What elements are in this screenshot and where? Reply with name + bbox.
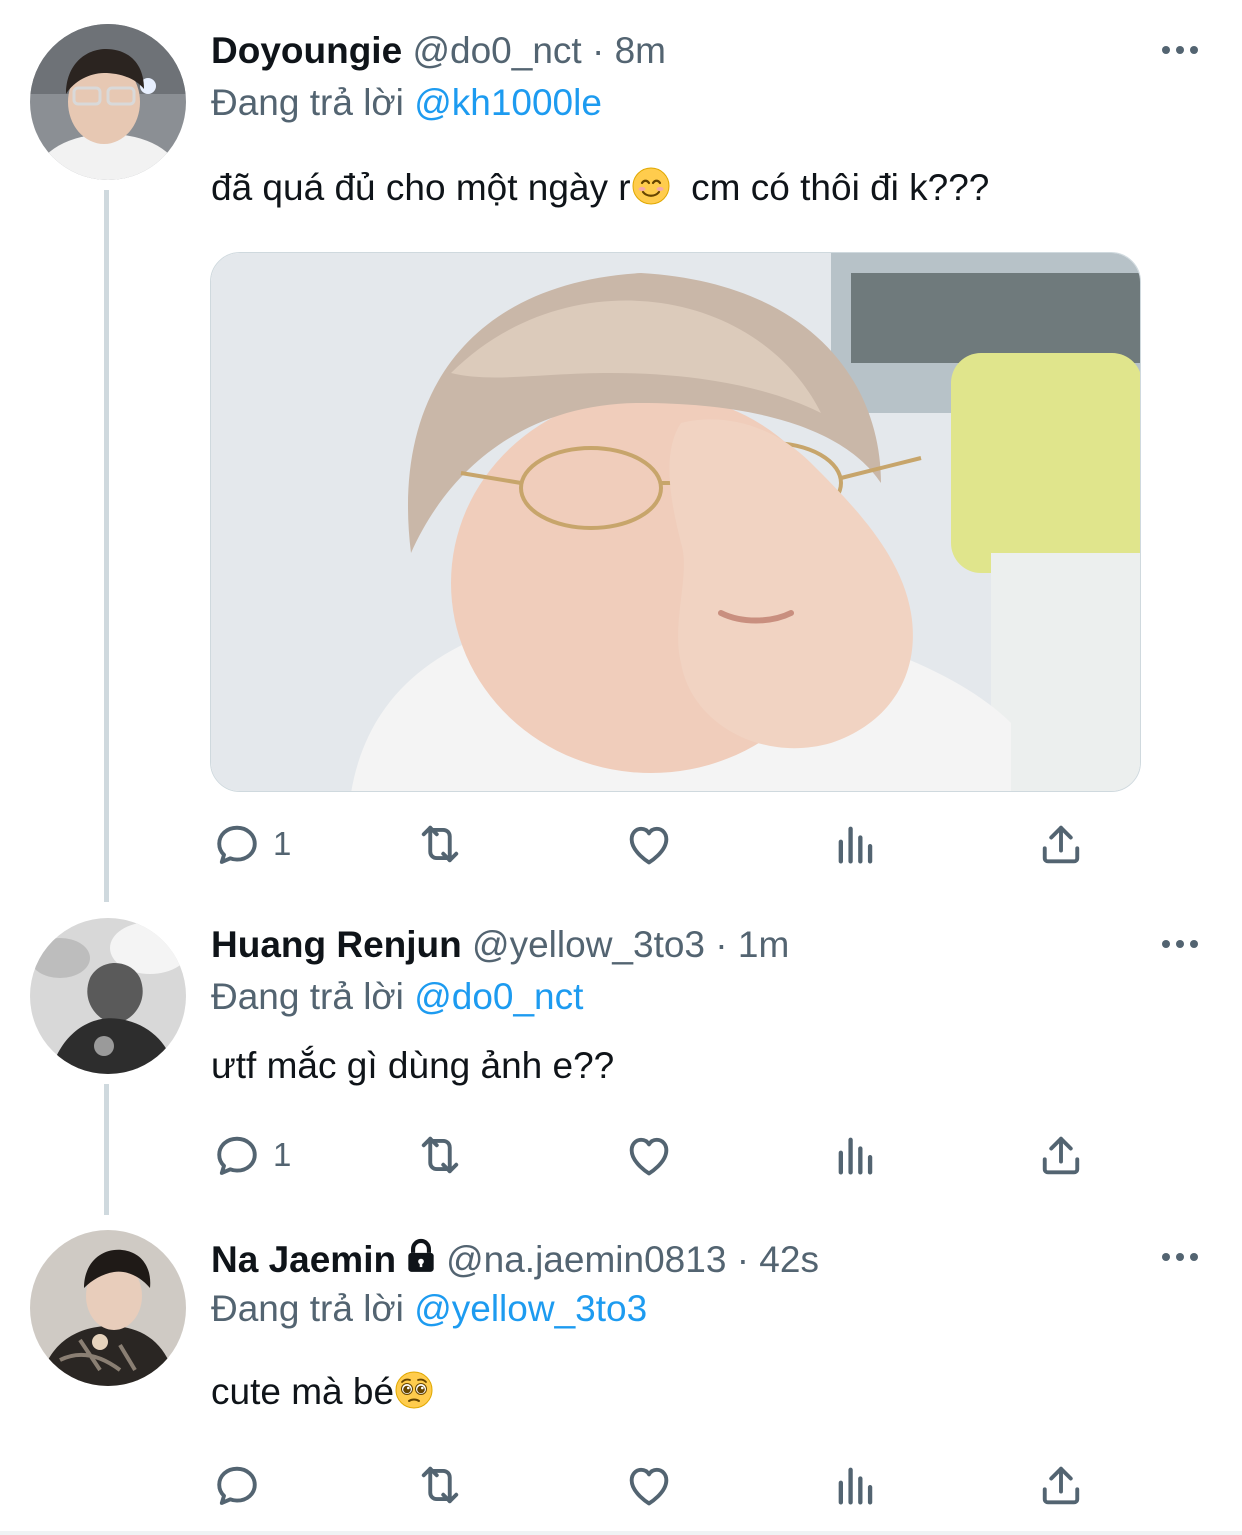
tweet-text: cute mà bé bbox=[211, 1367, 434, 1423]
like-button[interactable] bbox=[623, 814, 675, 874]
reply-count: 1 bbox=[273, 825, 292, 862]
tweet-actions: 1 bbox=[211, 1125, 1111, 1185]
views-icon bbox=[830, 818, 882, 870]
tweet-text-part: cute mà bé bbox=[211, 1371, 395, 1412]
like-icon bbox=[623, 1459, 675, 1511]
smiling-face-icon bbox=[631, 166, 671, 219]
tweet-media-image[interactable] bbox=[210, 252, 1141, 792]
more-icon[interactable] bbox=[1158, 40, 1202, 60]
like-button[interactable] bbox=[623, 1455, 675, 1515]
retweet-icon bbox=[414, 1459, 466, 1511]
user-handle[interactable]: @do0_nct bbox=[412, 30, 581, 71]
share-button[interactable] bbox=[1035, 1125, 1087, 1185]
tweet-text-part: đã quá đủ cho một ngày r bbox=[211, 167, 631, 208]
tweet-header: Huang Renjun @yellow_3to3 · 1m bbox=[211, 920, 789, 970]
reply-prefix: Đang trả lời bbox=[211, 1288, 404, 1329]
display-name[interactable]: Na Jaemin bbox=[211, 1239, 396, 1280]
retweet-icon bbox=[414, 818, 466, 870]
divider bbox=[0, 1531, 1242, 1535]
reply-icon bbox=[211, 818, 263, 870]
thread-connector bbox=[104, 190, 109, 902]
tweet-text: đã quá đủ cho một ngày r cm có thôi đi k… bbox=[211, 163, 989, 219]
views-icon bbox=[830, 1459, 882, 1511]
retweet-button[interactable] bbox=[414, 1125, 466, 1185]
mention-link[interactable]: @yellow_3to3 bbox=[414, 1288, 647, 1329]
separator: · bbox=[736, 1239, 750, 1280]
user-handle[interactable]: @yellow_3to3 bbox=[472, 924, 705, 965]
tweet-text: ưtf mắc gì dùng ảnh e?? bbox=[211, 1045, 615, 1086]
reply-button[interactable]: 1 bbox=[211, 1125, 291, 1185]
timestamp[interactable]: 1m bbox=[738, 924, 789, 965]
reply-button[interactable] bbox=[211, 1455, 273, 1515]
lock-icon bbox=[402, 1237, 440, 1288]
reply-context: Đang trả lời @kh1000le bbox=[211, 78, 602, 128]
share-icon bbox=[1035, 818, 1087, 870]
share-icon bbox=[1035, 1459, 1087, 1511]
tweet-actions bbox=[211, 1455, 1111, 1515]
retweet-icon bbox=[414, 1129, 466, 1181]
reply-prefix: Đang trả lời bbox=[211, 82, 404, 123]
display-name[interactable]: Doyoungie bbox=[211, 30, 402, 71]
like-icon bbox=[623, 1129, 675, 1181]
retweet-button[interactable] bbox=[414, 1455, 466, 1515]
reply-context: Đang trả lời @do0_nct bbox=[211, 972, 583, 1022]
views-button[interactable] bbox=[830, 814, 882, 874]
reply-icon bbox=[211, 1129, 263, 1181]
tweet-header: Na Jaemin @na.jaemin0813 · 42s bbox=[211, 1235, 819, 1285]
avatar[interactable] bbox=[30, 1230, 186, 1386]
reply-count: 1 bbox=[273, 1136, 292, 1173]
views-button[interactable] bbox=[830, 1125, 882, 1185]
pleading-face-icon bbox=[394, 1370, 434, 1423]
avatar[interactable] bbox=[30, 24, 186, 180]
reply-button[interactable]: 1 bbox=[211, 814, 291, 874]
display-name[interactable]: Huang Renjun bbox=[211, 924, 462, 965]
mention-link[interactable]: @kh1000le bbox=[414, 82, 602, 123]
views-icon bbox=[830, 1129, 882, 1181]
separator: · bbox=[591, 30, 605, 71]
more-icon[interactable] bbox=[1158, 934, 1202, 954]
share-icon bbox=[1035, 1129, 1087, 1181]
reply-icon bbox=[211, 1459, 263, 1511]
share-button[interactable] bbox=[1035, 814, 1087, 874]
separator: · bbox=[715, 924, 728, 965]
retweet-button[interactable] bbox=[414, 814, 466, 874]
mention-link[interactable]: @do0_nct bbox=[414, 976, 583, 1017]
share-button[interactable] bbox=[1035, 1455, 1087, 1515]
more-icon[interactable] bbox=[1158, 1247, 1202, 1267]
tweet-text-part: cm có thôi đi k??? bbox=[670, 167, 990, 208]
reply-context: Đang trả lời @yellow_3to3 bbox=[211, 1284, 647, 1334]
timestamp[interactable]: 42s bbox=[759, 1239, 819, 1280]
tweet-header: Doyoungie @do0_nct · 8m bbox=[211, 26, 666, 76]
timestamp[interactable]: 8m bbox=[615, 30, 666, 71]
views-button[interactable] bbox=[830, 1455, 882, 1515]
user-handle[interactable]: @na.jaemin0813 bbox=[446, 1239, 726, 1280]
like-button[interactable] bbox=[623, 1125, 675, 1185]
avatar[interactable] bbox=[30, 918, 186, 1074]
thread-connector bbox=[104, 1084, 109, 1215]
reply-prefix: Đang trả lời bbox=[211, 976, 404, 1017]
like-icon bbox=[623, 818, 675, 870]
tweet-actions: 1 bbox=[211, 814, 1111, 874]
